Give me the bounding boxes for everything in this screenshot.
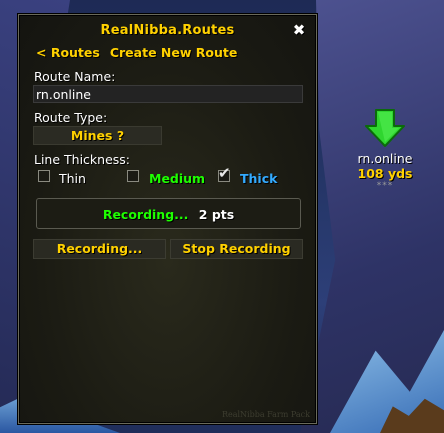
recording-button[interactable]: Recording... [33,239,166,259]
current-page-label: Create New Route [109,45,238,60]
recording-status: Recording... 2 pts [37,207,300,222]
thin-label: Thin [59,171,86,186]
recording-status-box: Recording... 2 pts [36,198,301,229]
medium-checkbox[interactable] [127,170,139,182]
back-to-routes-link[interactable]: < Routes [36,45,100,60]
close-icon[interactable]: ✖ [292,23,306,38]
thick-checkbox[interactable]: ✔ [218,166,231,182]
checkmark-icon: ✔ [218,164,231,182]
thick-label: Thick [240,171,278,186]
routes-window: RealNibba.Routes ✖ < Routes Create New Ro… [18,14,317,424]
point-count: 2 pts [198,207,235,222]
breadcrumb: < Routes Create New Route [36,45,237,60]
waypoint-distance: 108 yds [357,166,413,181]
route-type-dropdown[interactable]: Mines ? [33,126,162,145]
line-thickness-label: Line Thickness: [34,152,131,167]
waypoint-arrow-icon [365,109,405,147]
window-title: RealNibba.Routes [100,23,235,38]
watermark-logo: RealNibba Farm Pack [221,410,310,419]
route-name-label: Route Name: [34,69,116,84]
stop-recording-button[interactable]: Stop Recording [170,239,303,259]
waypoint-stars: *** [376,181,394,191]
route-type-label: Route Type: [34,110,108,125]
thin-checkbox[interactable] [38,170,50,182]
medium-label: Medium [149,171,206,186]
recording-status-label: Recording... [102,207,189,222]
waypoint-name: rn.online [357,151,413,166]
route-name-input[interactable]: rn.online [33,85,303,103]
window-titlebar[interactable]: RealNibba.Routes ✖ [19,15,316,47]
